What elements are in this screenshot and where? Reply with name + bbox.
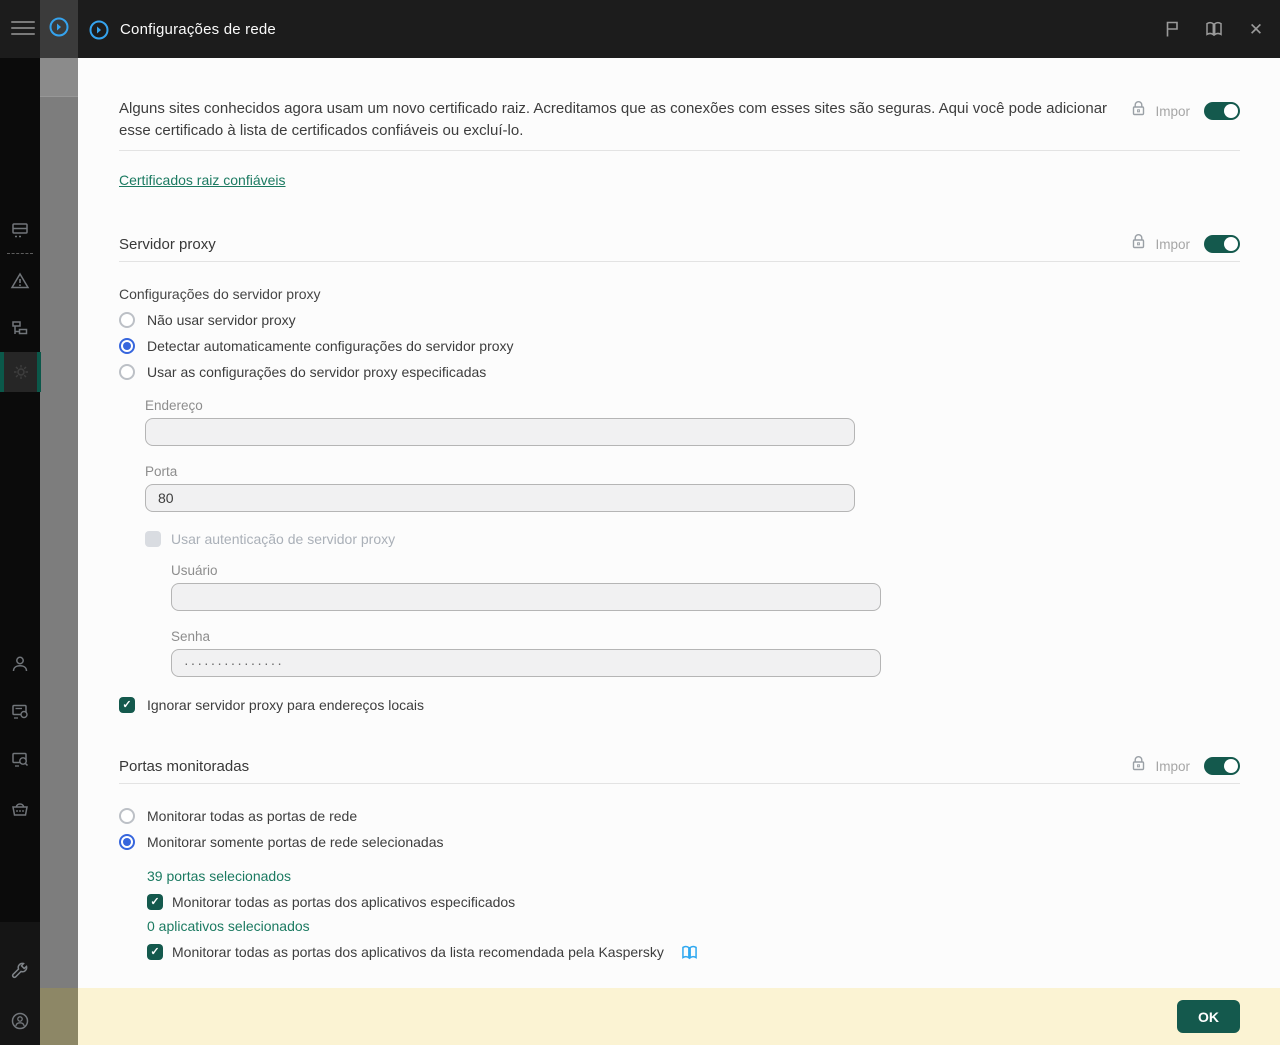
lock-icon[interactable] [1131,100,1146,122]
kaspersky-list-checkbox-row[interactable]: Monitorar todas as portas dos aplicativo… [147,944,1240,960]
top-bar: Configurações de rede ✕ [0,0,1280,58]
selected-ports-link[interactable]: 39 portas selecionados [147,868,291,884]
app-tab[interactable] [40,0,78,58]
user-label: Usuário [171,563,218,578]
page-title: Configurações de rede [120,20,276,38]
enforce-label: Impor [1155,758,1190,774]
settings-panel: Alguns sites conhecidos agora usam um no… [78,58,1280,988]
certificates-description: Alguns sites conhecidos agora usam um no… [119,100,1108,139]
divider [119,783,1240,784]
dimmed-secondary-sidebar [40,58,78,1045]
radio-auto-detect[interactable]: Detectar automaticamente configurações d… [119,338,1240,354]
help-book-icon[interactable] [1204,19,1224,39]
password-input[interactable] [171,649,881,677]
radio-no-proxy[interactable]: Não usar servidor proxy [119,312,1240,328]
ports-toggle[interactable] [1204,757,1240,775]
sidebar-divider [7,253,33,254]
radio-all-ports[interactable]: Monitorar todas as portas de rede [119,808,1240,824]
ok-button[interactable]: OK [1177,1000,1240,1033]
password-label: Senha [171,629,211,644]
address-input[interactable] [145,418,855,446]
left-sidebar [0,0,41,1045]
menu-icon[interactable] [11,17,35,41]
proxy-toggle[interactable] [1204,235,1240,253]
page-circle-icon [88,19,110,46]
radio-icon[interactable] [119,808,135,824]
checkbox-icon[interactable] [147,944,163,960]
radio-manual-proxy[interactable]: Usar as configurações do servidor proxy … [119,364,1240,380]
bypass-local-checkbox-row[interactable]: Ignorar servidor proxy para endereços lo… [119,697,1240,713]
selected-apps-link[interactable]: 0 aplicativos selecionados [147,918,310,934]
reports-icon[interactable] [0,702,40,722]
tools-icon[interactable] [0,961,40,981]
settings-selected-item[interactable] [0,352,41,392]
radio-icon[interactable] [119,834,135,850]
lock-icon[interactable] [1131,755,1146,777]
footer-bar: OK [78,988,1280,1045]
devices-icon[interactable] [0,221,40,241]
tasks-tree-icon[interactable] [0,319,40,339]
divider [119,261,1240,262]
proxy-group-label: Configurações do servidor proxy [119,286,321,302]
proxy-auth-checkbox-row[interactable]: Usar autenticação de servidor proxy [145,531,1240,547]
checkbox-icon[interactable] [119,697,135,713]
lock-icon[interactable] [1131,233,1146,255]
radio-icon[interactable] [119,364,135,380]
user-icon[interactable] [0,654,40,674]
checkbox-icon[interactable] [147,894,163,910]
divider [119,150,1240,151]
store-icon[interactable] [0,799,40,819]
port-label: Porta [145,464,178,479]
radio-selected-ports[interactable]: Monitorar somente portas de rede selecio… [119,834,1240,850]
port-input[interactable] [145,484,855,512]
radio-icon[interactable] [119,312,135,328]
address-label: Endereço [145,398,203,413]
proxy-section-title: Servidor proxy [119,235,216,253]
help-book-icon[interactable] [681,945,698,960]
alerts-icon[interactable] [0,272,40,290]
monitor-apps-checkbox-row[interactable]: Monitorar todas as portas dos aplicativo… [147,894,1240,910]
enforce-label: Impor [1155,236,1190,252]
enforce-label: Impor [1155,103,1190,119]
app-circle-icon [48,16,70,43]
support-icon[interactable] [0,1011,40,1031]
user-input[interactable] [171,583,881,611]
flag-icon[interactable] [1162,19,1182,39]
checkbox-icon[interactable] [145,531,161,547]
ports-section-title: Portas monitoradas [119,757,250,775]
trusted-certificates-link[interactable]: Certificados raiz confiáveis [119,172,286,188]
radio-icon[interactable] [119,338,135,354]
close-icon[interactable]: ✕ [1246,19,1266,39]
discovery-icon[interactable] [0,750,40,770]
certificates-toggle[interactable] [1204,102,1240,120]
